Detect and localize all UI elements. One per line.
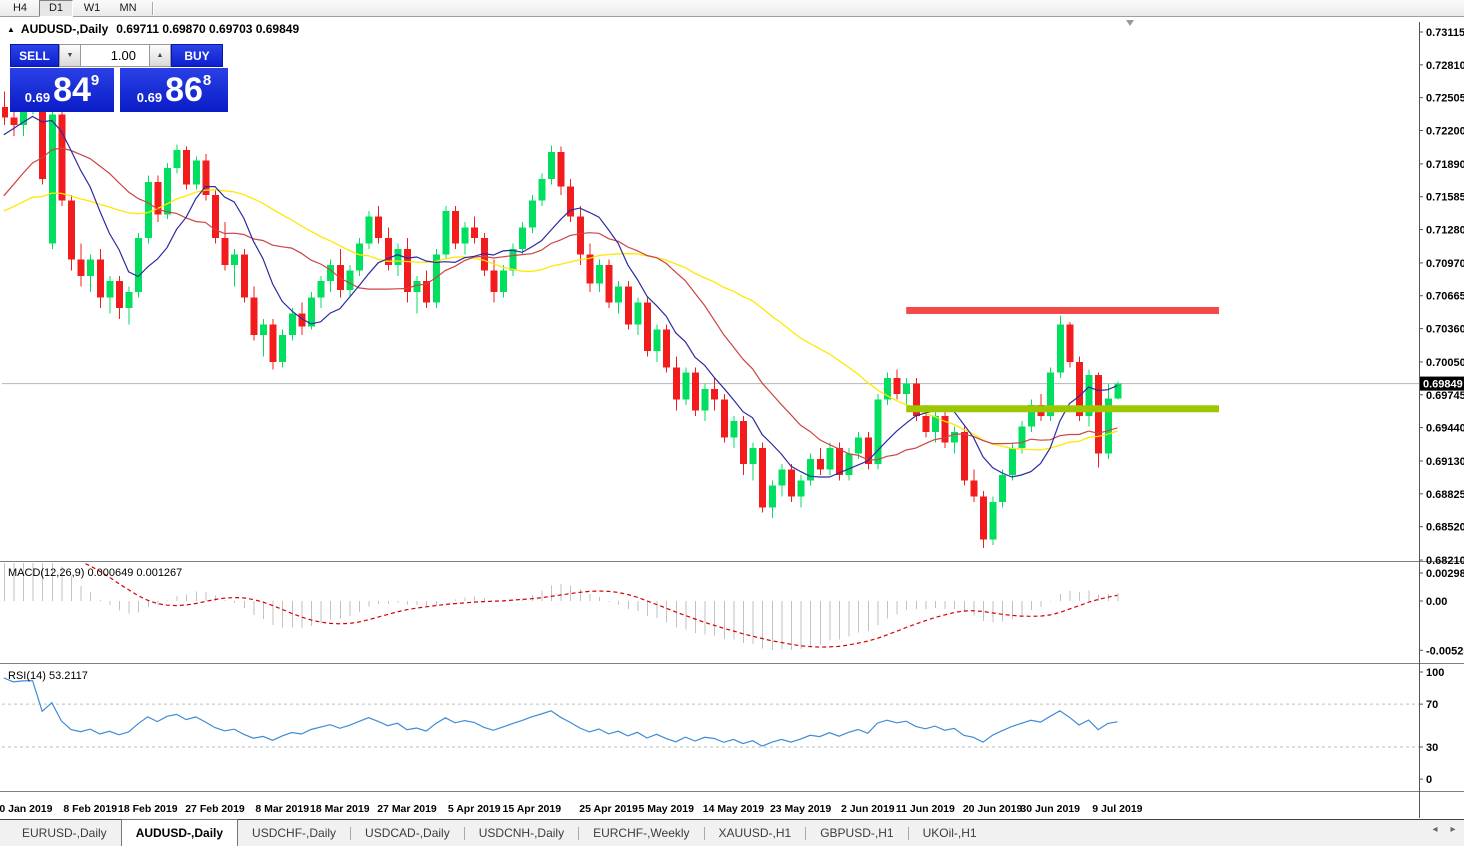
sell-button[interactable]: SELL — [10, 44, 59, 67]
chart-tab-xauusd-h1[interactable]: XAUUSD-,H1 — [705, 820, 806, 846]
chart-canvas[interactable]: 0.731150.728100.725050.722000.718900.715… — [0, 0, 1464, 846]
tab-scroll-right-icon[interactable]: ▸ — [1447, 824, 1459, 835]
volume-increase-button[interactable]: ▲ — [149, 44, 171, 67]
tab-scroll-left-icon[interactable]: ◂ — [1429, 824, 1441, 835]
chart-tab-usdcad-daily[interactable]: USDCAD-,Daily — [351, 820, 464, 846]
chevron-down-icon: ▼ — [66, 52, 74, 59]
buy-price-big: 86 — [165, 71, 203, 109]
chart-title: ▲ AUDUSD-,Daily 0.69711 0.69870 0.69703 … — [7, 22, 299, 36]
chart-tab-usdcnh-daily[interactable]: USDCNH-,Daily — [465, 820, 578, 846]
volume-decrease-button[interactable]: ▼ — [59, 44, 81, 67]
chart-tab-eurusd-daily[interactable]: EURUSD-,Daily — [8, 820, 121, 846]
chart-tabs: EURUSD-,Daily AUDUSD-,Daily USDCHF-,Daily U… — [8, 819, 991, 846]
one-click-trade-panel: SELL ▼ ▲ BUY 0.69 84 9 0.69 86 8 — [10, 44, 228, 112]
toolbar-separator — [152, 1, 153, 15]
price-axis[interactable] — [1420, 18, 1464, 791]
chart-tab-bar: EURUSD-,Daily AUDUSD-,Daily USDCHF-,Daily U… — [0, 819, 1464, 846]
support-line[interactable] — [906, 405, 1219, 413]
chevron-up-icon: ▲ — [156, 52, 164, 59]
chart-tab-usdchf-daily[interactable]: USDCHF-,Daily — [238, 820, 350, 846]
timeframe-toolbar: H4 D1 W1 MN — [0, 0, 1464, 17]
timeframe-button-h4[interactable]: H4 — [3, 0, 37, 17]
sell-price-box[interactable]: 0.69 84 9 — [10, 68, 114, 112]
sell-price-prefix: 0.69 — [24, 90, 51, 105]
chart-symbol-label: AUDUSD-,Daily — [20, 22, 109, 36]
resistance-line[interactable] — [906, 306, 1219, 314]
chart-tab-ukoil-h1[interactable]: UKOil-,H1 — [909, 820, 991, 846]
buy-price-prefix: 0.69 — [136, 90, 163, 105]
volume-input[interactable] — [81, 44, 149, 67]
collapse-panel-arrow-icon[interactable]: ▲ — [7, 25, 15, 34]
timeframe-button-d1[interactable]: D1 — [39, 0, 73, 17]
rsi-label: RSI(14) 53.2117 — [8, 670, 88, 682]
time-axis[interactable] — [0, 792, 1419, 818]
macd-label: MACD(12,26,9) 0.000649 0.001267 — [8, 567, 183, 579]
sell-price-big: 84 — [53, 71, 91, 109]
buy-price-box[interactable]: 0.69 86 8 — [120, 68, 228, 112]
chart-ohlc-values: 0.69711 0.69870 0.69703 0.69849 — [116, 22, 300, 36]
buy-price-pip: 8 — [202, 72, 212, 89]
chart-background — [0, 17, 1464, 819]
timeframe-button-w1[interactable]: W1 — [75, 0, 109, 17]
chart-tab-eurchf-weekly[interactable]: EURCHF-,Weekly — [579, 820, 703, 846]
sell-price-pip: 9 — [90, 72, 100, 89]
buy-button[interactable]: BUY — [171, 44, 223, 67]
chart-tab-audusd-daily[interactable]: AUDUSD-,Daily — [120, 819, 239, 846]
chart-tab-gbpusd-h1[interactable]: GBPUSD-,H1 — [806, 820, 907, 846]
timeframe-buttons: H4 D1 W1 MN — [3, 0, 147, 17]
timeframe-button-mn[interactable]: MN — [111, 0, 145, 17]
